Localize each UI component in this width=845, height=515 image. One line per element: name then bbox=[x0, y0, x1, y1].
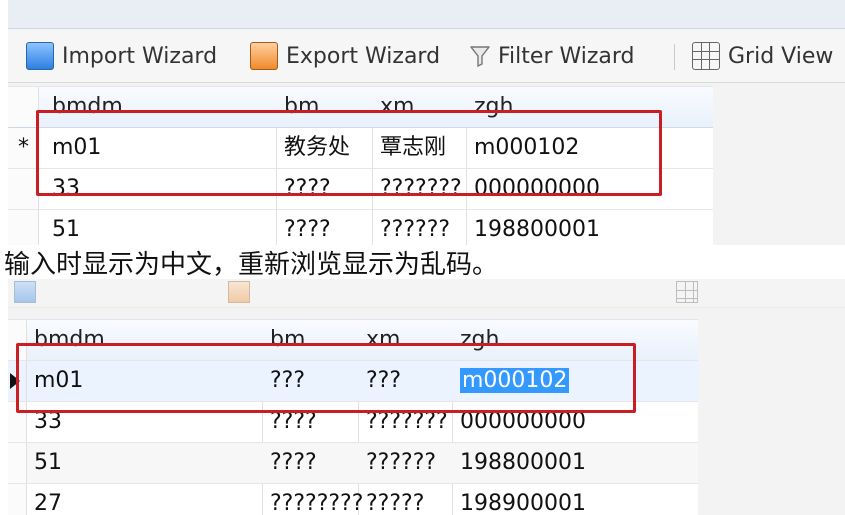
new-row-marker: * bbox=[18, 135, 29, 160]
filter-wizard-button[interactable]: Filter Wizard bbox=[470, 40, 635, 72]
cell-bmdm[interactable]: 51 bbox=[52, 210, 80, 245]
cell-xm[interactable]: ?????? bbox=[380, 210, 450, 245]
caption-text: 输入时显示为中文，重新浏览显示为乱码。 bbox=[4, 250, 499, 280]
screenshot-after: bmdm bm xm zgh m01 ??? ??? m000102 33 ??… bbox=[8, 279, 845, 515]
export-icon bbox=[228, 281, 250, 303]
export-icon bbox=[250, 42, 278, 70]
import-wizard-button[interactable]: Import Wizard bbox=[26, 40, 217, 72]
filter-wizard-label: Filter Wizard bbox=[498, 43, 635, 69]
table-row[interactable]: 27 ???????? ????? 198900001 bbox=[8, 484, 698, 515]
table-row[interactable]: 51 ???? ?????? 198800001 bbox=[8, 210, 713, 245]
cell-zgh[interactable]: 198800001 bbox=[460, 443, 586, 483]
grid-icon bbox=[676, 281, 698, 303]
toolbar-separator bbox=[674, 44, 675, 70]
window-strip bbox=[8, 0, 845, 29]
cell-bm[interactable]: ???? bbox=[284, 210, 331, 245]
cell-zgh[interactable]: 198800001 bbox=[474, 210, 600, 245]
import-icon bbox=[26, 42, 54, 70]
cell-bmdm[interactable]: 27 bbox=[34, 484, 62, 515]
cell-bmdm[interactable]: 51 bbox=[34, 443, 62, 483]
highlight-box-after bbox=[16, 343, 636, 413]
grid-view-button[interactable]: Grid View bbox=[692, 40, 833, 72]
cell-xm[interactable]: ????? bbox=[366, 484, 424, 515]
table-row[interactable]: 51 ???? ?????? 198800001 bbox=[8, 443, 698, 484]
toolbar: Import Wizard Export Wizard Filter Wizar… bbox=[8, 30, 845, 83]
cell-zgh[interactable]: 198900001 bbox=[460, 484, 586, 515]
export-wizard-button[interactable]: Export Wizard bbox=[250, 40, 440, 72]
highlight-box-before bbox=[36, 110, 662, 196]
export-wizard-label: Export Wizard bbox=[286, 43, 441, 69]
cell-bm[interactable]: ???? bbox=[270, 443, 317, 483]
cell-xm[interactable]: ?????? bbox=[366, 443, 436, 483]
import-wizard-label: Import Wizard bbox=[62, 43, 218, 69]
cell-bm[interactable]: ???????? bbox=[270, 484, 363, 515]
toolbar-faded bbox=[8, 279, 845, 308]
filter-icon bbox=[470, 46, 490, 67]
grid-icon bbox=[692, 42, 720, 70]
import-icon bbox=[14, 281, 36, 303]
screenshot-before: Import Wizard Export Wizard Filter Wizar… bbox=[8, 0, 845, 245]
grid-view-label: Grid View bbox=[728, 43, 834, 69]
